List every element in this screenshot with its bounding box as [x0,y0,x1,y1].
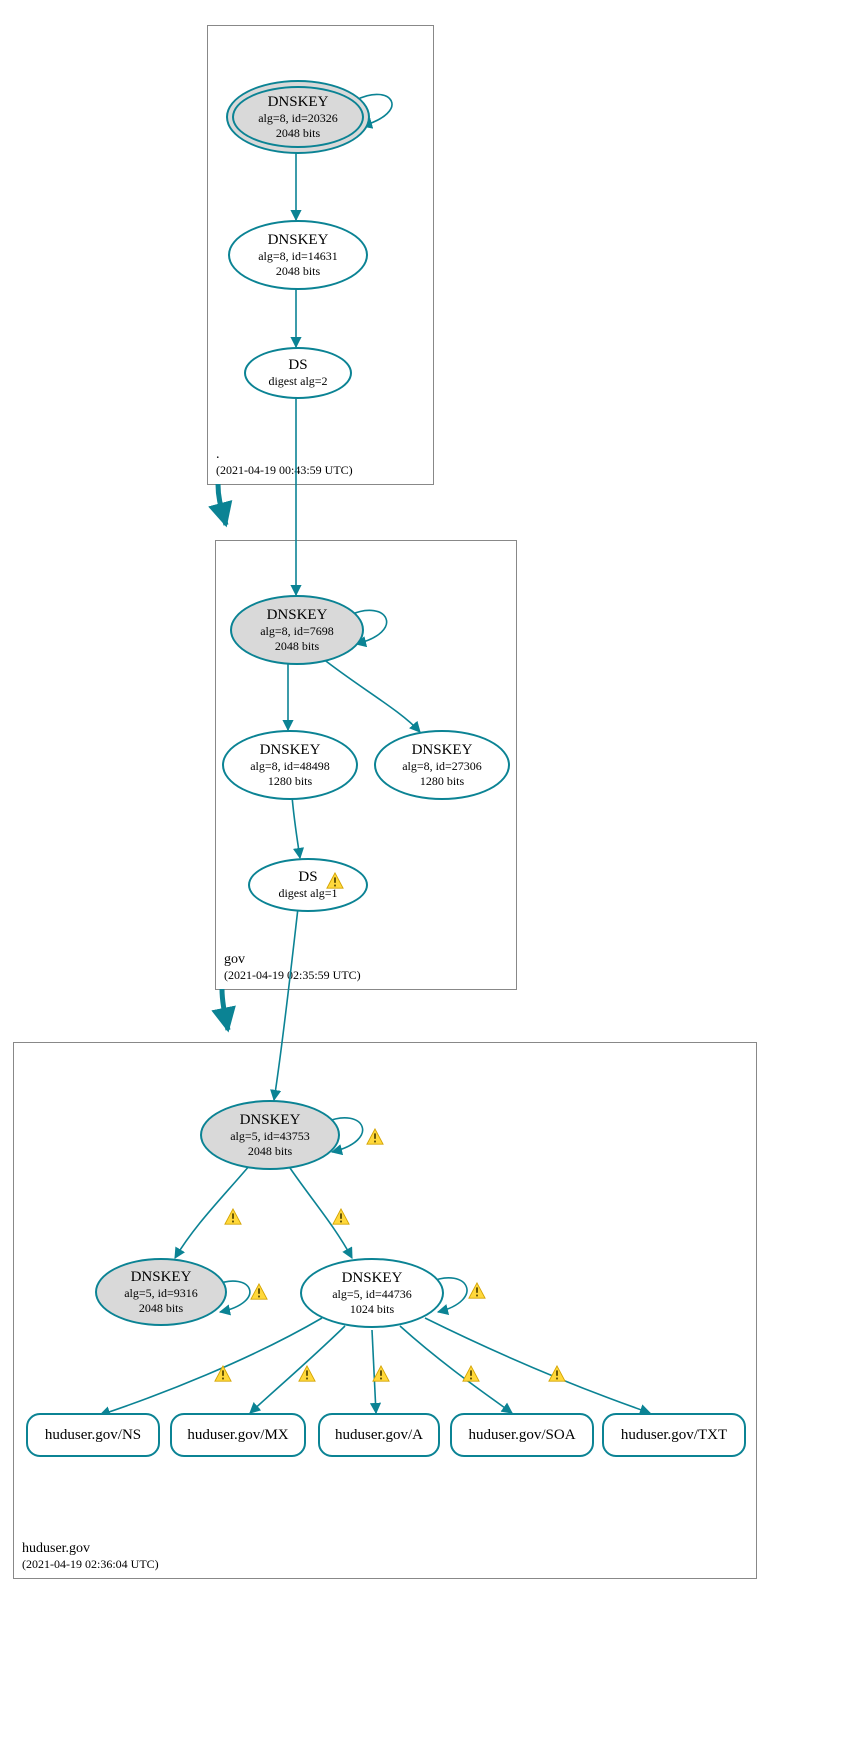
node-root-zsk: DNSKEY alg=8, id=14631 2048 bits [228,220,368,290]
node-hud-zsk: DNSKEY alg=5, id=44736 1024 bits [300,1258,444,1328]
node-rr-a: huduser.gov/A [318,1413,440,1457]
warning-icon [462,1365,480,1383]
zone-gov-title: gov [224,951,361,969]
warning-icon [372,1365,390,1383]
node-gov-ksk: DNSKEY alg=8, id=7698 2048 bits [230,595,364,665]
warning-icon [250,1283,268,1301]
zone-root-label: . (2021-04-19 00:43:59 UTC) [216,446,353,479]
node-rr-soa: huduser.gov/SOA [450,1413,594,1457]
zone-root-title: . [216,446,353,464]
warning-icon [366,1128,384,1146]
node-root-ksk: DNSKEY alg=8, id=20326 2048 bits [226,80,370,154]
warning-icon [298,1365,316,1383]
label: 2048 bits [276,126,320,141]
node-rr-txt: huduser.gov/TXT [602,1413,746,1457]
label: alg=8, id=20326 [258,111,338,126]
zone-gov-label: gov (2021-04-19 02:35:59 UTC) [224,951,361,984]
node-gov-zsk: DNSKEY alg=8, id=48498 1280 bits [222,730,358,800]
node-hud-ksk: DNSKEY alg=5, id=43753 2048 bits [200,1100,340,1170]
node-rr-ns: huduser.gov/NS [26,1413,160,1457]
node-rr-mx: huduser.gov/MX [170,1413,306,1457]
zone-huduser-title: huduser.gov [22,1540,159,1558]
zone-gov-ts: (2021-04-19 02:35:59 UTC) [224,968,361,983]
node-gov-zsk2: DNSKEY alg=8, id=27306 1280 bits [374,730,510,800]
node-root-ds: DS digest alg=2 [244,347,352,399]
zone-huduser-label: huduser.gov (2021-04-19 02:36:04 UTC) [22,1540,159,1573]
warning-icon [332,1208,350,1226]
warning-icon [214,1365,232,1383]
zone-huduser-ts: (2021-04-19 02:36:04 UTC) [22,1557,159,1572]
node-gov-ds: DS digest alg=1 [248,858,368,912]
warning-icon [468,1282,486,1300]
node-hud-ksk2: DNSKEY alg=5, id=9316 2048 bits [95,1258,227,1326]
warning-icon [224,1208,242,1226]
label: DNSKEY [268,94,329,111]
warning-icon [548,1365,566,1383]
zone-root-ts: (2021-04-19 00:43:59 UTC) [216,463,353,478]
